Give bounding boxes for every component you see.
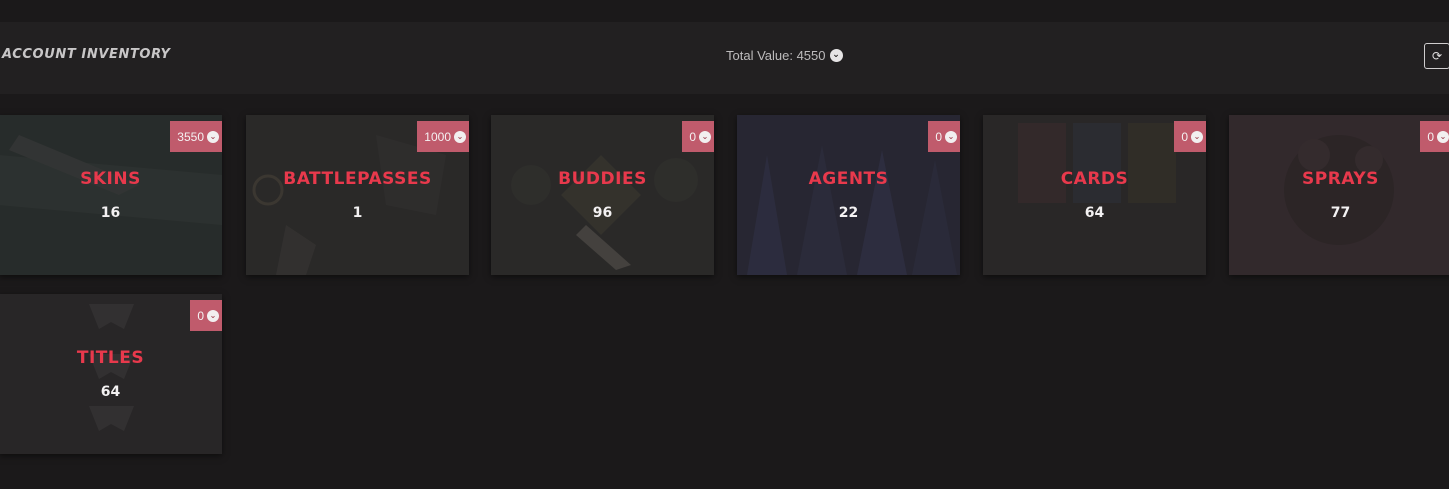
refresh-button[interactable]: ⟳ bbox=[1424, 43, 1449, 69]
total-value: Total Value: 4550 ⌄ bbox=[726, 48, 843, 63]
agents-art bbox=[737, 115, 960, 275]
category-card-agents[interactable]: 0 ⌄ AGENTS 22 bbox=[737, 115, 960, 275]
category-count: 16 bbox=[100, 205, 121, 221]
page-title: ACCOUNT INVENTORY bbox=[2, 47, 171, 62]
category-name: BUDDIES bbox=[558, 169, 647, 189]
cards-art bbox=[983, 115, 1206, 275]
category-count: 64 bbox=[1084, 205, 1105, 221]
category-card-cards[interactable]: 0 ⌄ CARDS 64 bbox=[983, 115, 1206, 275]
valorant-points-icon: ⌄ bbox=[699, 130, 711, 143]
badge-value: 1000 bbox=[424, 129, 451, 144]
badge-value: 0 bbox=[689, 129, 696, 144]
value-badge: 1000 ⌄ bbox=[417, 121, 469, 152]
category-card-battlepasses[interactable]: 1000 ⌄ BATTLEPASSES 1 bbox=[246, 115, 469, 275]
value-badge: 3550 ⌄ bbox=[170, 121, 222, 152]
category-name: SKINS bbox=[80, 169, 141, 189]
badge-value: 0 bbox=[1181, 129, 1188, 144]
value-badge: 0 ⌄ bbox=[1174, 121, 1206, 152]
category-card-titles[interactable]: 0 ⌄ TITLES 64 bbox=[0, 294, 222, 454]
valorant-points-icon: ⌄ bbox=[207, 309, 219, 322]
category-count: 22 bbox=[838, 205, 859, 221]
buddies-art bbox=[491, 115, 714, 275]
category-count: 64 bbox=[100, 384, 121, 400]
category-name: BATTLEPASSES bbox=[283, 169, 432, 189]
value-badge: 0 ⌄ bbox=[190, 300, 222, 331]
category-name: CARDS bbox=[1060, 169, 1129, 189]
inventory-header: ACCOUNT INVENTORY Total Value: 4550 ⌄ ⟳ bbox=[0, 22, 1449, 94]
badge-value: 0 bbox=[197, 308, 204, 323]
valorant-points-icon: ⌄ bbox=[1191, 130, 1203, 143]
value-badge: 0 ⌄ bbox=[1420, 121, 1449, 152]
valorant-points-icon: ⌄ bbox=[945, 130, 957, 143]
category-card-skins[interactable]: 3550 ⌄ SKINS 16 bbox=[0, 115, 222, 275]
category-count: 96 bbox=[592, 205, 613, 221]
category-name: TITLES bbox=[76, 348, 145, 368]
top-strip bbox=[0, 0, 1449, 22]
sprays-art bbox=[1229, 115, 1449, 275]
valorant-points-icon: ⌄ bbox=[1437, 130, 1449, 143]
category-name: AGENTS bbox=[808, 169, 889, 189]
badge-value: 0 bbox=[1427, 129, 1434, 144]
refresh-icon: ⟳ bbox=[1431, 49, 1443, 63]
titles-art bbox=[0, 294, 222, 454]
category-name: SPRAYS bbox=[1302, 169, 1379, 189]
category-count: 77 bbox=[1330, 205, 1351, 221]
badge-value: 3550 bbox=[177, 129, 204, 144]
value-badge: 0 ⌄ bbox=[928, 121, 960, 152]
category-card-sprays[interactable]: 0 ⌄ SPRAYS 77 bbox=[1229, 115, 1449, 275]
category-card-buddies[interactable]: 0 ⌄ BUDDIES 96 bbox=[491, 115, 714, 275]
badge-value: 0 bbox=[935, 129, 942, 144]
value-badge: 0 ⌄ bbox=[682, 121, 714, 152]
valorant-points-icon: ⌄ bbox=[454, 130, 466, 143]
valorant-points-icon: ⌄ bbox=[829, 49, 843, 62]
category-count: 1 bbox=[352, 205, 363, 221]
total-value-label: Total Value: 4550 bbox=[726, 48, 826, 63]
valorant-points-icon: ⌄ bbox=[207, 130, 219, 143]
